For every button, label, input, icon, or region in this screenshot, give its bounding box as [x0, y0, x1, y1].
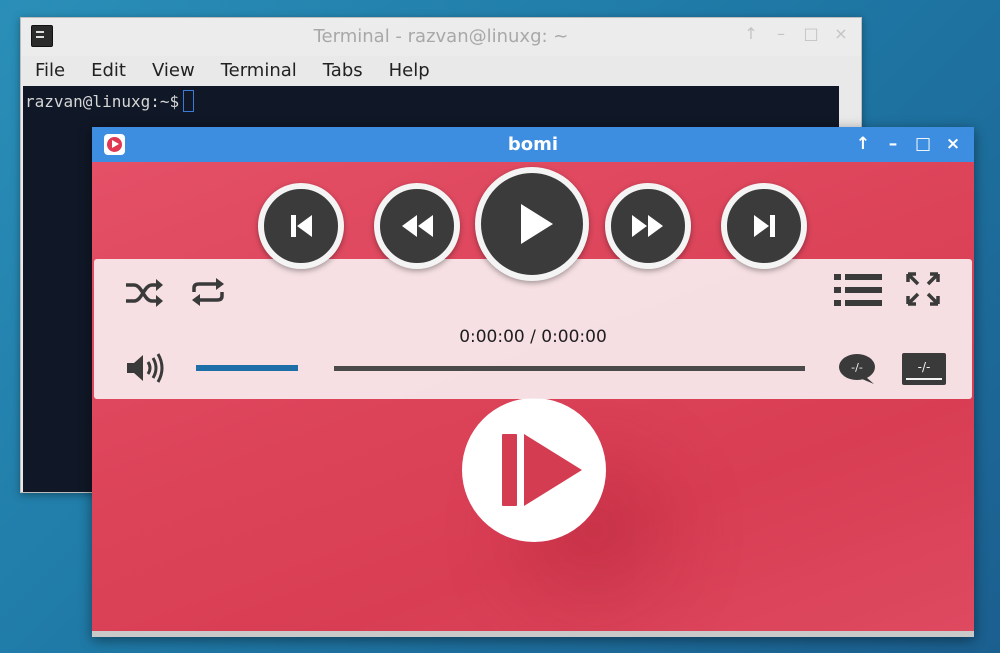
menu-view[interactable]: View — [152, 58, 195, 86]
terminal-menubar: File Edit View Terminal Tabs Help — [21, 58, 861, 86]
repeat-icon[interactable] — [190, 276, 226, 308]
bomi-title: bomi — [507, 134, 559, 155]
logo-triangle — [524, 434, 582, 506]
previous-button[interactable] — [258, 183, 344, 269]
bomi-titlebar[interactable]: bomi ↑ – □ × — [92, 127, 974, 162]
bomi-maximize-icon[interactable]: □ — [914, 135, 932, 153]
svg-text:-/-: -/- — [918, 360, 931, 374]
terminal-prompt-line: razvan@linuxg:~$ — [25, 90, 195, 112]
terminal-cursor — [183, 90, 195, 112]
audio-track-icon[interactable]: -/- — [902, 353, 946, 385]
fullscreen-icon[interactable] — [906, 272, 940, 306]
bomi-logo — [462, 398, 606, 542]
seek-bar[interactable] — [334, 366, 805, 371]
terminal-title: Terminal - razvan@linuxg: ~ — [313, 26, 569, 47]
menu-edit[interactable]: Edit — [91, 58, 126, 86]
terminal-minimize-icon[interactable]: – — [773, 26, 789, 42]
forward-button[interactable] — [605, 183, 691, 269]
skip-previous-icon — [291, 215, 312, 237]
time-display: 0:00:00 / 0:00:00 — [459, 327, 607, 347]
volume-icon[interactable] — [126, 352, 166, 384]
menu-help[interactable]: Help — [389, 58, 430, 86]
play-button[interactable] — [475, 167, 589, 281]
rewind-button[interactable] — [374, 183, 460, 269]
menu-tabs[interactable]: Tabs — [323, 58, 363, 86]
bomi-window[interactable]: bomi ↑ – □ × 0:00:00 / 0:00:00 -/- -/- — [92, 127, 974, 637]
shuffle-icon[interactable] — [124, 277, 164, 309]
next-button[interactable] — [721, 183, 807, 269]
terminal-prompt: razvan@linuxg:~$ — [25, 92, 180, 111]
terminal-titlebar[interactable]: Terminal - razvan@linuxg: ~ ↑ – □ × — [21, 18, 861, 56]
play-icon — [521, 204, 553, 244]
video-area[interactable]: 0:00:00 / 0:00:00 -/- -/- — [92, 162, 974, 637]
menu-terminal[interactable]: Terminal — [221, 58, 297, 86]
svg-text:-/-: -/- — [851, 361, 863, 374]
fast-forward-icon — [632, 215, 663, 237]
bomi-pin-icon[interactable]: ↑ — [854, 135, 872, 153]
menu-file[interactable]: File — [35, 58, 65, 86]
terminal-close-icon[interactable]: × — [833, 26, 849, 42]
logo-bar — [502, 434, 517, 506]
volume-slider[interactable] — [196, 365, 298, 371]
skip-next-icon — [754, 215, 775, 237]
rewind-icon — [402, 215, 433, 237]
subtitle-icon[interactable]: -/- — [838, 353, 878, 385]
terminal-pin-icon[interactable]: ↑ — [743, 26, 759, 42]
terminal-maximize-icon[interactable]: □ — [803, 26, 819, 42]
bomi-close-icon[interactable]: × — [944, 135, 962, 153]
playlist-icon[interactable] — [834, 273, 882, 307]
bomi-minimize-icon[interactable]: – — [884, 135, 902, 153]
